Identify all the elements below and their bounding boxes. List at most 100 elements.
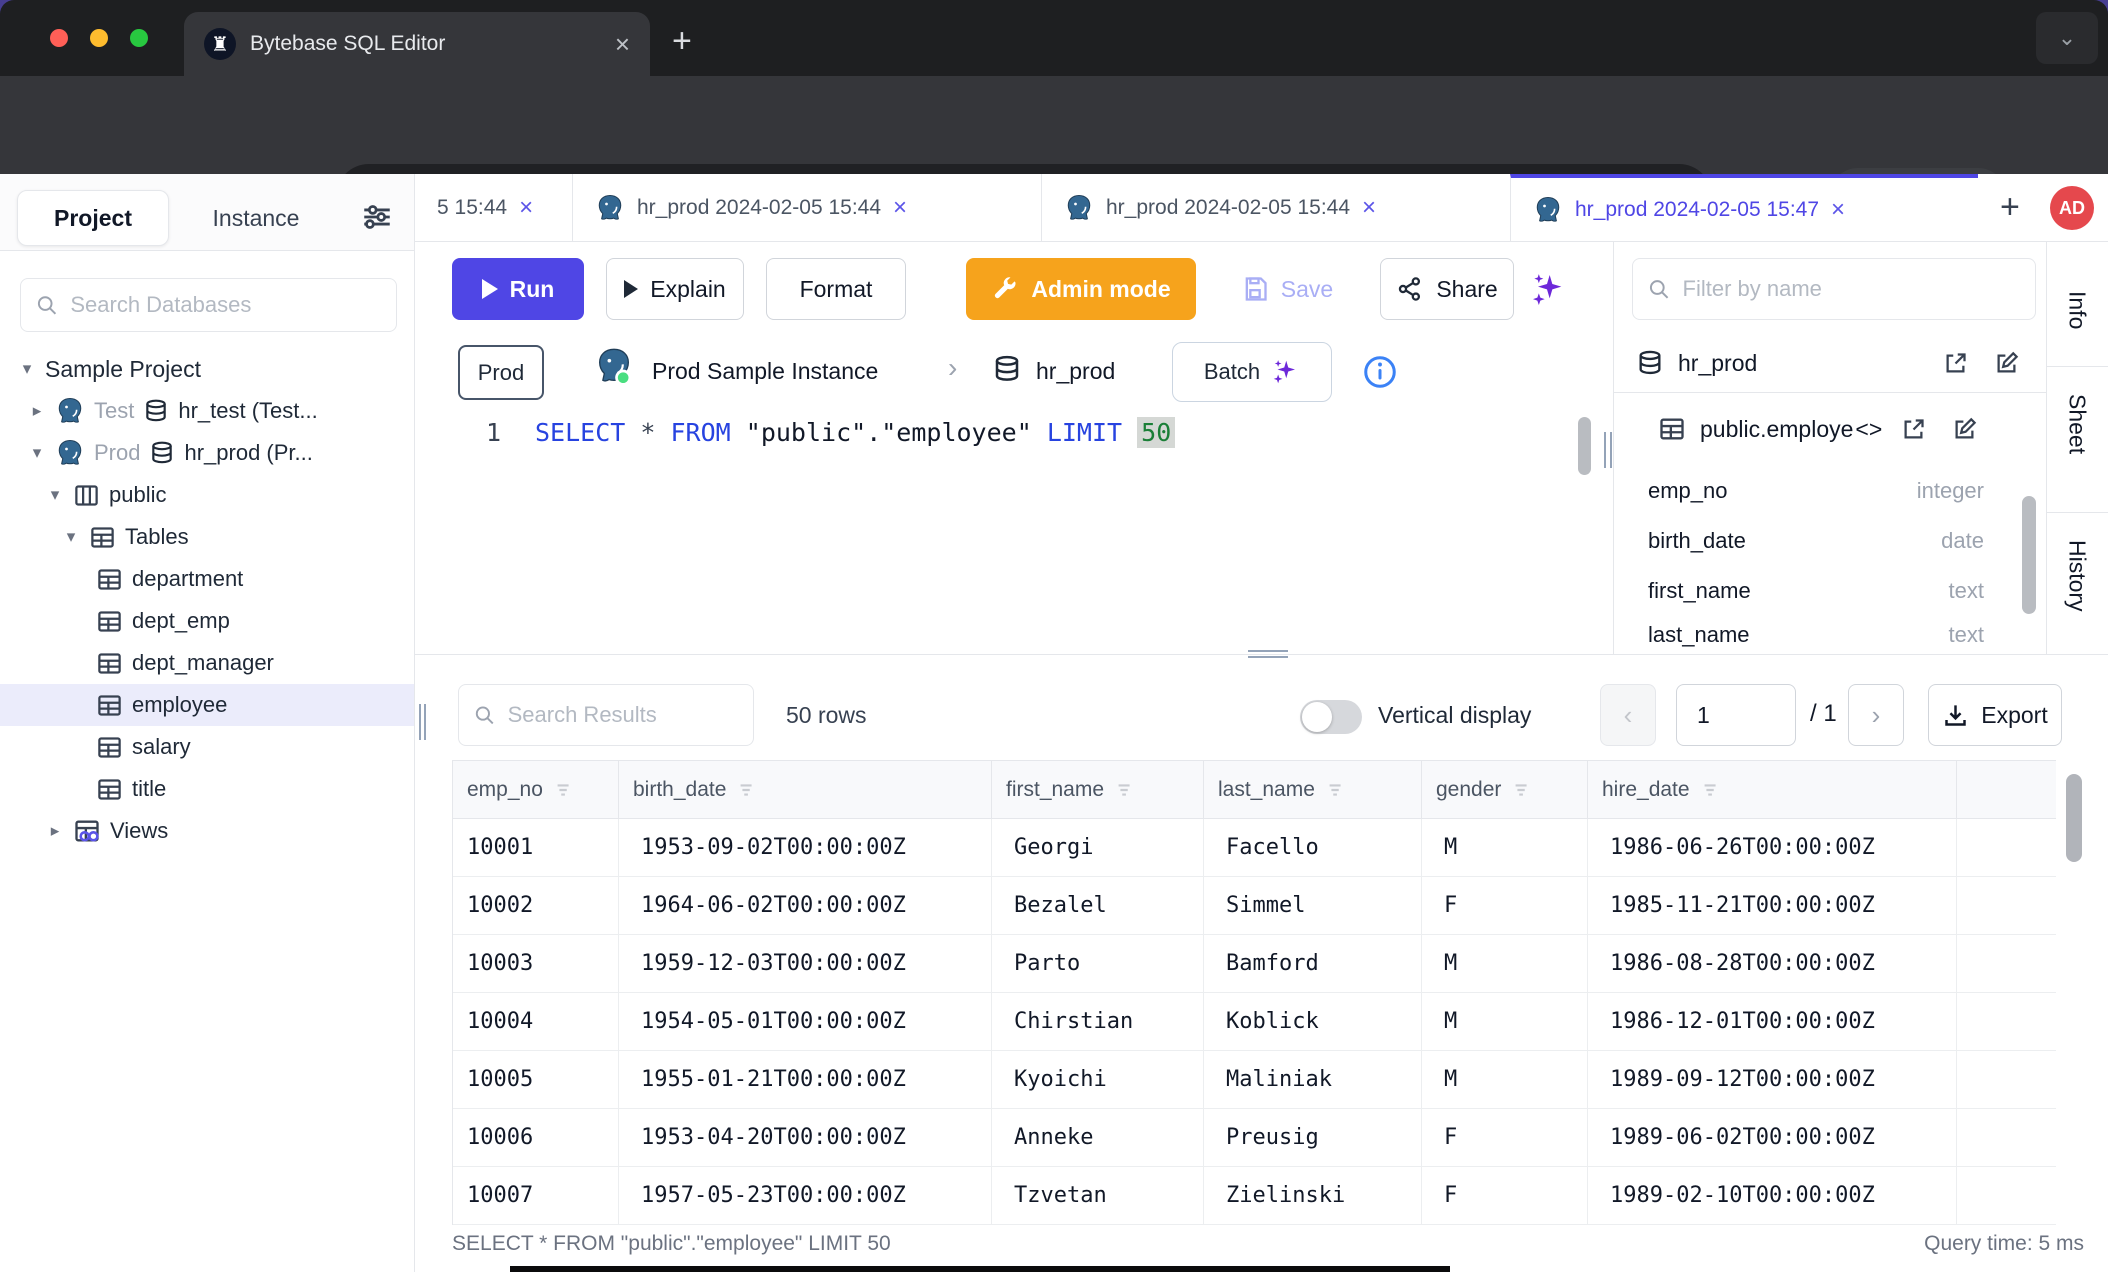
batch-button[interactable]: Batch: [1172, 342, 1332, 402]
table-row[interactable]: 100041954-05-01T00:00:00ZChirstianKoblic…: [453, 993, 2056, 1051]
tree-item-table[interactable]: department: [0, 558, 414, 600]
table-row[interactable]: 100011953-09-02T00:00:00ZGeorgiFacelloM1…: [453, 819, 2056, 877]
ai-sparkle-icon[interactable]: [1528, 270, 1568, 310]
info-circle-icon[interactable]: [1362, 354, 1398, 390]
sql-code-line[interactable]: SELECT * FROM "public"."employee" LIMIT …: [535, 418, 1175, 447]
admin-mode-button[interactable]: Admin mode: [966, 258, 1196, 320]
column-row[interactable]: emp_no integer: [1614, 466, 2014, 516]
caret-down-icon[interactable]: ▾: [18, 359, 36, 379]
schema-table-row[interactable]: public.employe <>: [1614, 402, 2046, 456]
table-row[interactable]: 100051955-01-21T00:00:00ZKyoichiMaliniak…: [453, 1051, 2056, 1109]
results-scrollbar[interactable]: [2066, 774, 2082, 862]
editor-tab[interactable]: hr_prod 2024-02-05 15:44 ×: [572, 174, 1041, 241]
close-window-button[interactable]: [50, 29, 68, 47]
panel-resize-handle[interactable]: [1604, 432, 1606, 468]
column-header[interactable]: birth_date: [619, 761, 992, 819]
tree-item-schema-public[interactable]: ▾ public: [0, 474, 414, 516]
schema-filter[interactable]: [1632, 258, 2036, 320]
share-button[interactable]: Share: [1380, 258, 1514, 320]
tab-search-chevron[interactable]: ⌄: [2036, 12, 2098, 64]
minimize-window-button[interactable]: [90, 29, 108, 47]
environment-chip[interactable]: Prod: [458, 345, 544, 400]
code-icon[interactable]: <>: [1855, 416, 1882, 443]
sort-icon[interactable]: [1511, 779, 1533, 801]
table-row[interactable]: 100021964-06-02T00:00:00ZBezalelSimmelF1…: [453, 877, 2056, 935]
tab-info[interactable]: Info: [2046, 262, 2108, 358]
caret-down-icon[interactable]: ▾: [46, 485, 64, 505]
explain-button[interactable]: Explain: [606, 258, 744, 320]
splitter-handle[interactable]: [1248, 656, 1288, 658]
column-header[interactable]: hire_date: [1588, 761, 1957, 819]
column-row[interactable]: birth_date date: [1614, 516, 2014, 566]
tab-history[interactable]: History: [2046, 526, 2108, 626]
tree-item-test-db[interactable]: ▸ Test hr_test (Test...: [0, 390, 414, 432]
new-query-tab-button[interactable]: +: [2000, 188, 2020, 227]
editor-scrollbar[interactable]: [1578, 417, 1591, 475]
tree-item-table[interactable]: dept_emp: [0, 600, 414, 642]
close-icon[interactable]: ×: [519, 194, 533, 222]
sort-icon[interactable]: [1700, 779, 1722, 801]
edit-icon[interactable]: [1951, 416, 1978, 443]
sort-icon[interactable]: [736, 779, 758, 801]
save-button[interactable]: Save: [1232, 258, 1342, 320]
tree-item-table-selected[interactable]: employee: [0, 684, 414, 726]
column-header[interactable]: emp_no: [453, 761, 619, 819]
vertical-display-toggle[interactable]: [1300, 700, 1362, 734]
caret-down-icon[interactable]: ▾: [28, 443, 46, 463]
column-header[interactable]: last_name: [1204, 761, 1422, 819]
page-number-input[interactable]: [1676, 684, 1796, 746]
tab-instance[interactable]: Instance: [186, 190, 326, 246]
table-row[interactable]: 100061953-04-20T00:00:00ZAnnekePreusigF1…: [453, 1109, 2056, 1167]
tree-item-prod-db[interactable]: ▾ Prod hr_prod (Pr...: [0, 432, 414, 474]
panel-resize-handle[interactable]: [1610, 432, 1612, 468]
caret-right-icon[interactable]: ▸: [46, 821, 64, 841]
column-row[interactable]: last_name text: [1614, 616, 2014, 654]
prev-page-button[interactable]: ‹: [1600, 684, 1656, 746]
breadcrumb-database[interactable]: hr_prod: [1036, 358, 1115, 385]
sidebar-resize-handle[interactable]: [424, 704, 426, 740]
splitter-handle[interactable]: [1248, 650, 1288, 652]
browser-tab[interactable]: ♜ Bytebase SQL Editor ×: [184, 12, 650, 76]
sidebar-resize-handle[interactable]: [419, 704, 421, 740]
filter-settings-icon[interactable]: [360, 200, 394, 234]
schema-database-row[interactable]: hr_prod: [1614, 337, 2046, 389]
run-button[interactable]: Run: [452, 258, 584, 320]
close-icon[interactable]: ×: [893, 194, 907, 222]
external-link-icon[interactable]: [1900, 416, 1927, 443]
tree-item-tables-group[interactable]: ▾ Tables: [0, 516, 414, 558]
results-search[interactable]: [458, 684, 754, 746]
breadcrumb-instance[interactable]: Prod Sample Instance: [652, 358, 878, 385]
tab-sheet[interactable]: Sheet: [2046, 382, 2108, 466]
table-row[interactable]: 100031959-12-03T00:00:00ZPartoBamfordM19…: [453, 935, 2056, 993]
database-search[interactable]: [20, 278, 397, 332]
schema-scrollbar[interactable]: [2022, 496, 2036, 614]
editor-tab[interactable]: hr_prod 2024-02-05 15:44 ×: [1041, 174, 1510, 241]
table-row[interactable]: 100071957-05-23T00:00:00ZTzvetanZielinsk…: [453, 1167, 2056, 1225]
format-button[interactable]: Format: [766, 258, 906, 320]
search-results-input[interactable]: [508, 702, 739, 728]
search-databases-input[interactable]: [70, 292, 382, 318]
zoom-window-button[interactable]: [130, 29, 148, 47]
tab-project[interactable]: Project: [17, 190, 169, 246]
tree-item-views-group[interactable]: ▸ Views: [0, 810, 414, 852]
editor-tab-active[interactable]: hr_prod 2024-02-05 15:47 ×: [1510, 174, 1978, 241]
new-tab-button[interactable]: +: [672, 24, 692, 58]
close-icon[interactable]: ×: [1362, 194, 1376, 222]
caret-down-icon[interactable]: ▾: [62, 527, 80, 547]
edit-icon[interactable]: [1993, 350, 2020, 377]
next-page-button[interactable]: ›: [1848, 684, 1904, 746]
tree-item-project[interactable]: ▾ Sample Project: [0, 348, 414, 390]
external-link-icon[interactable]: [1942, 350, 1969, 377]
column-header[interactable]: first_name: [992, 761, 1204, 819]
avatar[interactable]: AD: [2050, 186, 2094, 230]
sort-icon[interactable]: [553, 779, 575, 801]
editor-tab[interactable]: 5 15:44 ×: [415, 174, 572, 241]
sort-icon[interactable]: [1325, 779, 1347, 801]
close-icon[interactable]: ×: [1831, 196, 1845, 224]
tree-item-table[interactable]: title: [0, 768, 414, 810]
sort-icon[interactable]: [1114, 779, 1136, 801]
column-header[interactable]: gender: [1422, 761, 1588, 819]
export-button[interactable]: Export: [1928, 684, 2062, 746]
column-row[interactable]: first_name text: [1614, 566, 2014, 616]
tree-item-table[interactable]: salary: [0, 726, 414, 768]
